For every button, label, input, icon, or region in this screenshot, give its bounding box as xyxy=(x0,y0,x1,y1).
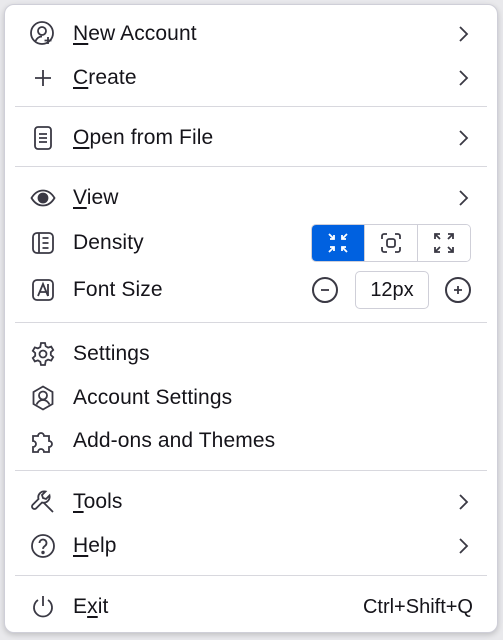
menu-item-label: Add-ons and Themes xyxy=(73,429,276,452)
menu-item-label: Font Size xyxy=(73,278,163,301)
account-settings-icon xyxy=(29,384,57,412)
menu-item-new-account[interactable]: New Account xyxy=(5,14,497,54)
menu-item-label: Create xyxy=(73,66,137,89)
density-default-button[interactable] xyxy=(365,225,418,261)
separator xyxy=(15,106,487,107)
separator xyxy=(15,166,487,167)
chevron-right-icon xyxy=(459,538,469,554)
menu-item-create[interactable]: Create xyxy=(5,58,497,98)
menu-item-label: View xyxy=(73,186,119,209)
chevron-right-icon xyxy=(459,190,469,206)
menu-item-addons-and-themes[interactable]: Add-ons and Themes xyxy=(5,421,497,461)
keyboard-shortcut: Ctrl+Shift+Q xyxy=(362,595,473,618)
menu-item-settings[interactable]: Settings xyxy=(5,334,497,374)
menu-item-open-from-file[interactable]: Open from File xyxy=(5,118,497,158)
density-compact-icon xyxy=(328,233,348,253)
chevron-right-icon xyxy=(459,130,469,146)
power-icon xyxy=(29,593,57,621)
menu-item-label: Settings xyxy=(73,342,150,365)
density-relaxed-button[interactable] xyxy=(418,225,470,261)
menu-item-label: Help xyxy=(73,534,117,557)
font-size-increase-button[interactable] xyxy=(445,277,471,303)
plus-icon xyxy=(454,286,462,294)
wrench-icon xyxy=(29,488,57,516)
puzzle-icon xyxy=(29,427,57,455)
menu-item-help[interactable]: Help xyxy=(5,526,497,566)
menu-item-account-settings[interactable]: Account Settings xyxy=(5,378,497,418)
density-relaxed-icon xyxy=(434,233,454,253)
separator xyxy=(15,575,487,576)
density-compact-button[interactable] xyxy=(312,225,365,261)
menu-item-tools[interactable]: Tools xyxy=(5,482,497,522)
menu-item-label: Tools xyxy=(73,490,123,513)
font-size-decrease-button[interactable] xyxy=(312,277,338,303)
plus-icon xyxy=(29,64,57,92)
menu-item-density: Density xyxy=(5,223,497,263)
font-size-icon xyxy=(29,276,57,304)
chevron-right-icon xyxy=(459,494,469,510)
chevron-right-icon xyxy=(459,70,469,86)
menu-item-label: New Account xyxy=(73,22,197,45)
menu-item-label: Density xyxy=(73,231,144,254)
new-account-icon xyxy=(29,20,57,48)
menu-item-label: Open from File xyxy=(73,126,214,149)
menu-item-exit[interactable]: Exit Ctrl+Shift+Q xyxy=(5,587,497,627)
menu-item-label: Exit xyxy=(73,595,109,618)
density-default-icon xyxy=(381,233,401,253)
menu-item-label: Account Settings xyxy=(73,386,233,409)
density-icon xyxy=(29,229,57,257)
help-icon xyxy=(29,532,57,560)
gear-icon xyxy=(29,340,57,368)
app-menu-panel: New Account Create Open from File View D… xyxy=(4,4,498,633)
menu-item-view[interactable]: View xyxy=(5,178,497,218)
eye-icon xyxy=(29,184,57,212)
menu-item-font-size: Font Size 12px xyxy=(5,270,497,310)
chevron-right-icon xyxy=(459,26,469,42)
separator xyxy=(15,470,487,471)
separator xyxy=(15,322,487,323)
minus-icon xyxy=(321,289,329,291)
density-toggle-group xyxy=(311,224,471,262)
file-icon xyxy=(29,124,57,152)
font-size-value: 12px xyxy=(355,271,429,309)
